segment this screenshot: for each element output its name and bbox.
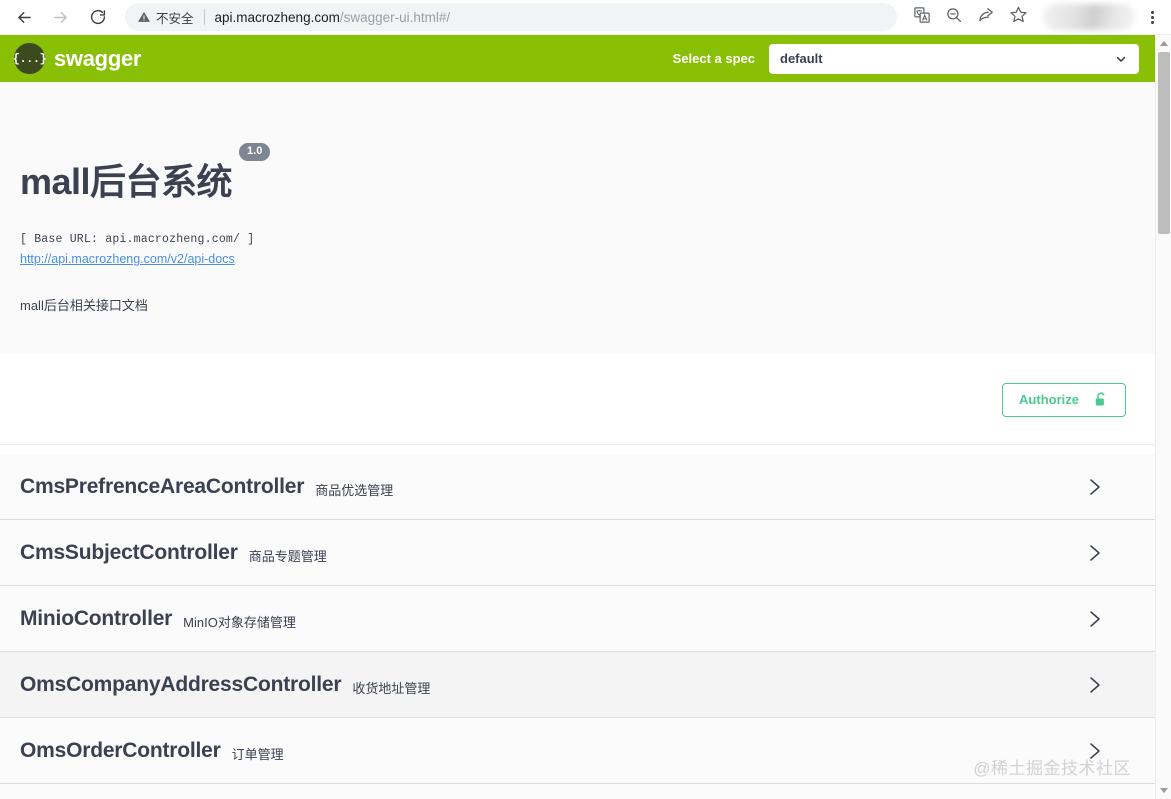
bookmark-button[interactable]	[1003, 2, 1033, 32]
warning-triangle-icon	[137, 10, 156, 24]
forward-arrow-icon	[51, 8, 70, 27]
api-description: mall后台相关接口文档	[20, 295, 1135, 314]
controller-name: CmsSubjectController	[20, 541, 238, 565]
controller-description: 商品优选管理	[315, 475, 393, 499]
translate-icon	[913, 6, 931, 29]
swagger-logo[interactable]: {...} swagger	[14, 43, 141, 74]
authorize-button[interactable]: Authorize	[1002, 383, 1126, 417]
chevron-down-icon	[1114, 52, 1128, 66]
authorize-section: Authorize	[0, 355, 1155, 445]
controller-row[interactable]: OmsCompanyAddressController 收货地址管理	[0, 652, 1155, 718]
scroll-up-arrow-icon[interactable]	[1156, 35, 1171, 52]
page-content: {...} swagger Select a spec default mall…	[0, 35, 1155, 799]
controller-name: MinioController	[20, 607, 172, 631]
url-text[interactable]: api.macrozheng.com/swagger-ui.html#/	[215, 10, 451, 25]
authorize-label: Authorize	[1019, 392, 1079, 407]
omnibox-divider	[204, 9, 205, 25]
controller-name: OmsOrderController	[20, 739, 221, 763]
controller-row[interactable]: CmsPrefrenceAreaController 商品优选管理	[0, 454, 1155, 520]
controller-name: OmsCompanyAddressController	[20, 673, 341, 697]
chevron-right-icon[interactable]	[1087, 541, 1135, 565]
controller-row[interactable]: MinioController MinIO对象存储管理	[0, 586, 1155, 652]
back-button[interactable]	[9, 2, 39, 32]
controller-row[interactable]: CmsSubjectController 商品专题管理	[0, 520, 1155, 586]
controller-description: 商品专题管理	[249, 541, 327, 565]
spec-selector-group: Select a spec default	[673, 44, 1139, 74]
share-icon	[977, 6, 995, 29]
bookmark-star-icon	[1009, 5, 1028, 29]
page-title: mall后台系统	[20, 163, 232, 201]
controller-description: 订单管理	[232, 739, 284, 763]
swagger-brace-icon: {...}	[14, 43, 45, 74]
spec-select[interactable]: default	[769, 44, 1139, 74]
unlock-icon	[1093, 391, 1109, 409]
controller-name: CmsPrefrenceAreaController	[20, 475, 304, 499]
back-arrow-icon	[15, 8, 34, 27]
controller-description: MinIO对象存储管理	[183, 607, 296, 631]
api-info-block: mall后台系统 1.0 [ Base URL: api.macrozheng.…	[0, 82, 1155, 355]
security-label: 不安全	[156, 8, 194, 27]
controller-description: 收货地址管理	[352, 673, 430, 697]
browser-menu-button[interactable]	[1139, 2, 1165, 32]
reload-icon	[89, 8, 107, 26]
chevron-right-icon[interactable]	[1087, 475, 1135, 499]
forward-button[interactable]	[45, 2, 75, 32]
swagger-topbar: {...} swagger Select a spec default	[0, 35, 1155, 82]
share-button[interactable]	[971, 2, 1001, 32]
scrollbar-thumb[interactable]	[1158, 52, 1170, 234]
chevron-right-icon[interactable]	[1087, 739, 1135, 763]
vertical-scrollbar[interactable]	[1155, 35, 1171, 799]
version-badge: 1.0	[239, 143, 270, 161]
api-title-row: mall后台系统 1.0	[20, 139, 1135, 225]
reload-button[interactable]	[83, 2, 113, 32]
profile-avatar[interactable]	[1043, 4, 1135, 30]
url-path: /swagger-ui.html#/	[340, 10, 450, 25]
three-dot-menu-icon	[1151, 10, 1154, 25]
scroll-down-arrow-icon[interactable]	[1156, 782, 1171, 799]
browser-toolbar: 不安全 api.macrozheng.com/swagger-ui.html#/	[0, 0, 1171, 35]
zoom-out-button[interactable]	[939, 2, 969, 32]
controller-row[interactable]: OmsOrderController 订单管理	[0, 718, 1155, 784]
address-bar[interactable]: 不安全 api.macrozheng.com/swagger-ui.html#/	[125, 3, 897, 31]
swagger-wordmark: swagger	[54, 46, 141, 72]
toolbar-actions	[905, 2, 1171, 32]
translate-button[interactable]	[907, 2, 937, 32]
api-docs-link[interactable]: http://api.macrozheng.com/v2/api-docs	[20, 252, 235, 266]
controller-row[interactable]: OmsOrderReturnApplyController 订单退货申请管理	[0, 784, 1155, 799]
url-host: api.macrozheng.com	[215, 10, 340, 25]
spec-selector-label: Select a spec	[673, 51, 755, 66]
chevron-right-icon[interactable]	[1087, 673, 1135, 697]
security-status[interactable]: 不安全	[137, 8, 194, 27]
zoom-out-icon	[945, 6, 963, 29]
controller-list: CmsPrefrenceAreaController 商品优选管理 CmsSub…	[0, 445, 1155, 799]
chevron-right-icon[interactable]	[1087, 607, 1135, 631]
spec-select-value: default	[780, 51, 823, 66]
base-url-line: [ Base URL: api.macrozheng.com/ ]	[20, 233, 1135, 246]
